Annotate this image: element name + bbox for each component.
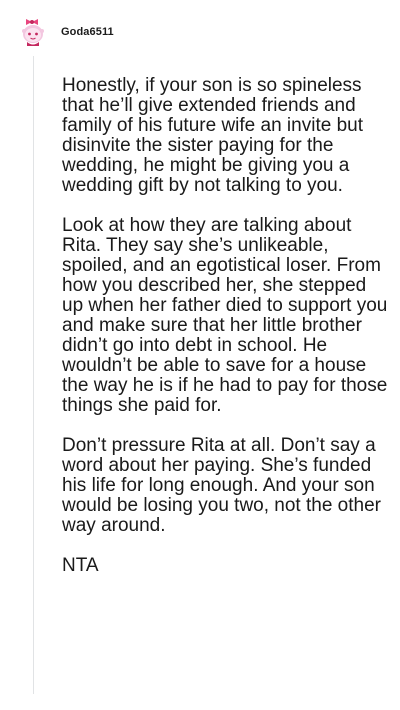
comment-paragraph: Don’t pressure Rita at all. Don’t say a … bbox=[62, 435, 381, 536]
comment-paragraph: NTA bbox=[62, 555, 99, 576]
comment-paragraph: Look at how they are talking about Rita.… bbox=[62, 215, 388, 416]
comment-body: Honestly, if your son is so spineless th… bbox=[62, 76, 392, 596]
comment-username[interactable]: Goda6511 bbox=[61, 26, 114, 38]
comment-paragraph: Honestly, if your son is so spineless th… bbox=[62, 75, 363, 196]
thread-line[interactable] bbox=[33, 56, 34, 694]
comment: Goda6511 Honestly, if your son is so spi… bbox=[0, 0, 400, 710]
user-avatar-icon[interactable] bbox=[19, 15, 47, 47]
